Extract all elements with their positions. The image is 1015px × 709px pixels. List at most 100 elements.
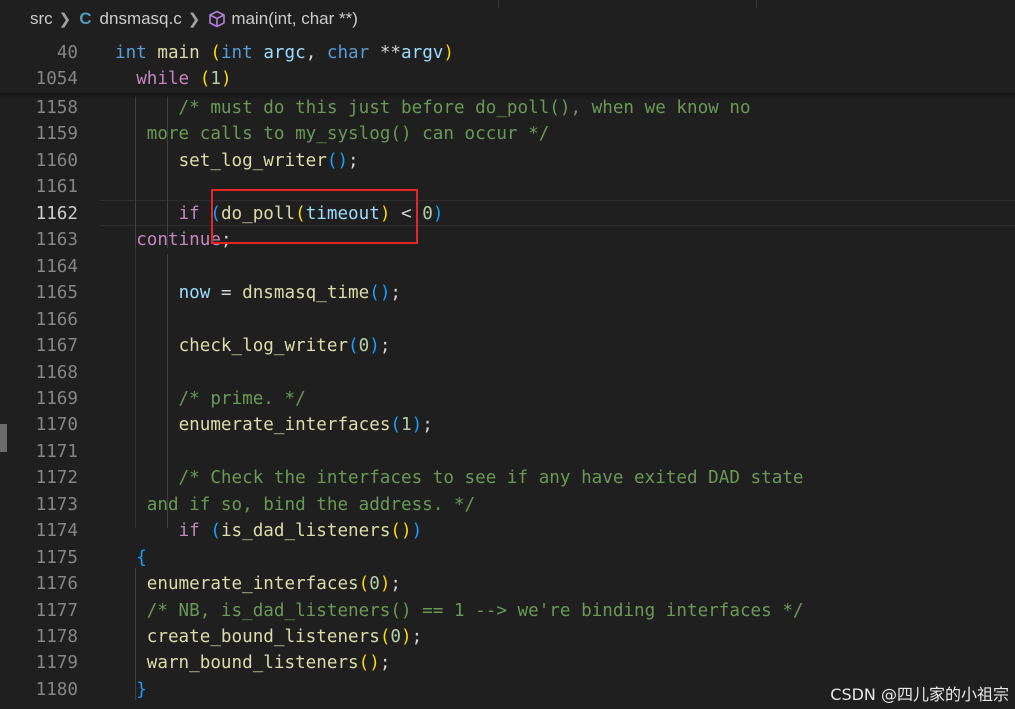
line-number[interactable]: 1177 bbox=[0, 598, 78, 624]
method-cube-icon bbox=[208, 10, 226, 28]
breadcrumb-symbol[interactable]: main(int, char **) bbox=[208, 9, 358, 29]
code-line[interactable]: 1160 set_log_writer(); bbox=[0, 148, 1015, 174]
code-token: ( bbox=[358, 574, 370, 595]
c-file-icon: C bbox=[79, 9, 92, 28]
code-token: () bbox=[390, 521, 412, 542]
code-line[interactable]: 1171 bbox=[0, 439, 1015, 465]
line-number[interactable]: 1173 bbox=[0, 492, 78, 518]
code-token: () bbox=[369, 283, 391, 304]
line-number[interactable]: 1171 bbox=[0, 439, 78, 465]
code-token: 1 bbox=[401, 415, 412, 436]
code-text: { bbox=[115, 545, 147, 571]
line-number[interactable]: 1163 bbox=[0, 227, 78, 253]
code-line[interactable]: 1162 if (do_poll(timeout) < 0) bbox=[0, 201, 1015, 227]
code-text: int main (int argc, char **argv) bbox=[115, 40, 454, 66]
code-token: int bbox=[220, 43, 253, 63]
line-number[interactable]: 1179 bbox=[0, 650, 78, 676]
code-line[interactable]: 1054 while (1) bbox=[0, 66, 1015, 92]
code-line[interactable]: 1179 warn_bound_listeners(); bbox=[0, 650, 1015, 676]
code-line[interactable]: 1173 and if so, bind the address. */ bbox=[0, 492, 1015, 518]
code-line[interactable]: 1163 continue; bbox=[0, 227, 1015, 253]
code-token: ) bbox=[369, 336, 380, 357]
code-text: /* must do this just before do_poll(), w… bbox=[115, 95, 751, 121]
line-number[interactable]: 1161 bbox=[0, 174, 78, 200]
code-text: check_log_writer(0); bbox=[115, 333, 391, 359]
line-number[interactable]: 1159 bbox=[0, 121, 78, 147]
line-number[interactable]: 40 bbox=[0, 40, 78, 66]
scrollbar-marker[interactable] bbox=[0, 424, 7, 452]
line-number[interactable]: 1172 bbox=[0, 465, 78, 491]
code-line[interactable]: 1164 bbox=[0, 254, 1015, 280]
code-token: { bbox=[136, 547, 147, 568]
line-number[interactable]: 1178 bbox=[0, 624, 78, 650]
code-token: 0 bbox=[390, 627, 402, 647]
code-text: if (is_dad_listeners()) bbox=[115, 518, 423, 544]
code-line[interactable]: 1165 now = dnsmasq_time(); bbox=[0, 280, 1015, 306]
code-token: ; bbox=[379, 336, 391, 357]
line-number[interactable]: 1167 bbox=[0, 333, 78, 359]
code-line[interactable]: 1159 more calls to my_syslog() can occur… bbox=[0, 121, 1015, 147]
code-line[interactable]: 1178 create_bound_listeners(0); bbox=[0, 624, 1015, 650]
breadcrumb-folder[interactable]: src bbox=[30, 9, 53, 29]
watermark: CSDN @四儿家的小祖宗 bbox=[830, 685, 1009, 704]
code-line[interactable]: 1174 if (is_dad_listeners()) bbox=[0, 518, 1015, 544]
code-text: while (1) bbox=[115, 66, 232, 92]
annotation-highlight-box bbox=[211, 189, 418, 244]
code-text: enumerate_interfaces(0); bbox=[115, 571, 401, 597]
code-line[interactable]: 1177 /* NB, is_dad_listeners() == 1 --> … bbox=[0, 598, 1015, 624]
code-token: argc bbox=[263, 43, 306, 63]
code-line[interactable]: 1158 /* must do this just before do_poll… bbox=[0, 95, 1015, 121]
code-line[interactable]: 1172 /* Check the interfaces to see if a… bbox=[0, 465, 1015, 491]
line-number[interactable]: 1160 bbox=[0, 148, 78, 174]
code-token: ) bbox=[220, 69, 232, 89]
line-number[interactable]: 1175 bbox=[0, 545, 78, 571]
line-number[interactable]: 1158 bbox=[0, 95, 78, 121]
code-editor[interactable]: 40 int main (int argc, char **argv) 1054 w… bbox=[0, 38, 1015, 709]
line-number[interactable]: 1165 bbox=[0, 280, 78, 306]
code-line[interactable]: 40 int main (int argc, char **argv) bbox=[0, 40, 1015, 66]
code-text: warn_bound_listeners(); bbox=[115, 650, 391, 676]
code-token: warn_bound_listeners bbox=[146, 653, 359, 674]
line-number[interactable]: 1170 bbox=[0, 412, 78, 438]
code-line[interactable]: 1168 bbox=[0, 360, 1015, 386]
code-token: () bbox=[326, 150, 349, 171]
code-token: is_dad_listeners bbox=[220, 521, 391, 542]
code-token: () bbox=[358, 653, 380, 674]
line-number[interactable]: 1174 bbox=[0, 518, 78, 544]
code-token: ) bbox=[379, 574, 391, 595]
code-text: create_bound_listeners(0); bbox=[115, 624, 422, 650]
line-number[interactable]: 1176 bbox=[0, 571, 78, 597]
code-token: ; bbox=[411, 627, 423, 647]
code-token: continue bbox=[136, 230, 221, 251]
code-text: /* NB, is_dad_listeners() == 1 --> we're… bbox=[115, 598, 804, 624]
code-token: ) bbox=[432, 203, 444, 224]
code-token: if bbox=[178, 521, 200, 542]
line-number[interactable]: 1054 bbox=[0, 66, 78, 92]
code-line[interactable]: 1176 enumerate_interfaces(0); bbox=[0, 571, 1015, 597]
breadcrumb-file[interactable]: C dnsmasq.c bbox=[79, 9, 181, 29]
line-number[interactable]: 1168 bbox=[0, 360, 78, 386]
line-number[interactable]: 1162 bbox=[0, 201, 78, 227]
code-line[interactable]: 1169 /* prime. */ bbox=[0, 386, 1015, 412]
code-token: ; bbox=[379, 653, 391, 674]
line-number[interactable]: 1180 bbox=[0, 677, 78, 703]
code-line[interactable]: 1175 { bbox=[0, 545, 1015, 571]
code-line[interactable]: 1161 bbox=[0, 174, 1015, 200]
code-token: } bbox=[136, 679, 147, 700]
code-text: } bbox=[115, 677, 147, 703]
code-line[interactable]: 1166 bbox=[0, 307, 1015, 333]
line-number[interactable]: 1164 bbox=[0, 254, 78, 280]
line-number[interactable]: 1166 bbox=[0, 307, 78, 333]
code-token: ( bbox=[390, 415, 402, 436]
code-token: ( bbox=[348, 336, 359, 357]
chevron-right-icon: ❯ bbox=[187, 11, 201, 28]
code-line[interactable]: 1167 check_log_writer(0); bbox=[0, 333, 1015, 359]
line-number[interactable]: 1169 bbox=[0, 386, 78, 412]
breadcrumb-folder-label: src bbox=[30, 9, 53, 28]
code-line[interactable]: 1170 enumerate_interfaces(1); bbox=[0, 412, 1015, 438]
